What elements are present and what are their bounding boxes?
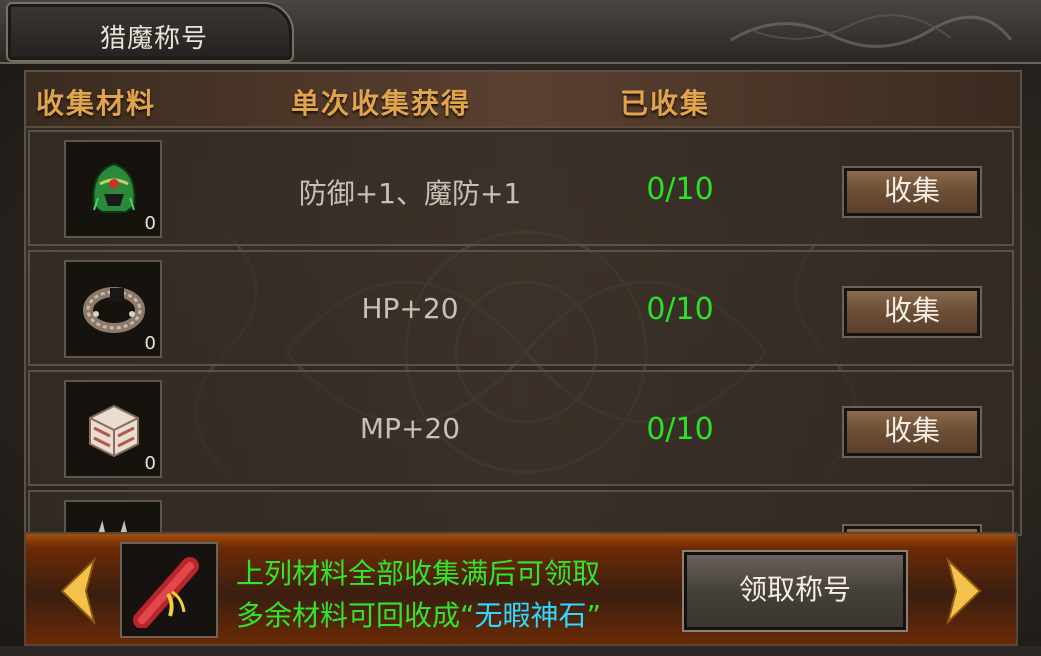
arrow-right-icon[interactable] [942,556,986,626]
material-slot[interactable]: 0 [64,260,162,358]
item-count: 0 [144,333,156,354]
arrow-left-icon[interactable] [56,556,100,626]
window-title: 猎魔称号 [100,24,209,54]
reward-slot[interactable] [120,542,218,638]
note-line-2-prefix: 多余材料可回收成“ [236,599,475,632]
bonus-text: HP+20 [361,292,459,325]
bottom-border [0,646,1041,656]
material-slot[interactable]: 0 [64,380,162,478]
footer-bar: 上列材料全部收集满后可领取 多余材料可回收成“无暇神石” 领取称号 [24,532,1018,646]
progress-text: 0/10 [646,292,714,327]
header-collected: 已收集 [620,87,711,120]
title-window: 猎魔称号 收集材料 单次收集获得 已收集 0 防御+1、魔防+1 0/10 收集… [0,0,1041,656]
window-top-bar: 猎魔称号 [0,0,1041,64]
note-line-1: 上列材料全部收集满后可领取 [236,557,601,590]
table-row [28,490,1014,534]
header-material: 收集材料 [36,87,157,120]
brick-icon [89,404,139,458]
collect-button[interactable]: 收集 [844,408,980,456]
bonus-text: 防御+1、魔防+1 [298,177,522,210]
item-count: 0 [144,213,156,234]
progress-text: 0/10 [646,412,714,447]
table-row: 0 MP+20 0/10 收集 [28,370,1014,486]
helmet-icon [92,162,136,213]
bracelet-icon [83,287,145,333]
progress-text: 0/10 [646,172,714,207]
title-tab: 猎魔称号 [6,2,294,62]
note-highlight: 无暇神石 [474,599,587,632]
note-line-2: 多余材料可回收成“无暇神石” [236,594,601,634]
table-header: 收集材料 单次收集获得 已收集 [26,72,1020,128]
material-slot[interactable] [64,500,162,534]
ornament-decoration [730,14,1013,48]
table-row: 0 HP+20 0/10 收集 [28,250,1014,366]
scroll-icon [133,557,199,628]
header-reward: 单次收集获得 [291,87,472,120]
table-row: 0 防御+1、魔防+1 0/10 收集 [28,130,1014,246]
collect-button[interactable]: 收集 [844,288,980,336]
collection-table: 收集材料 单次收集获得 已收集 0 防御+1、魔防+1 0/10 收集 0 HP… [24,70,1022,536]
bonus-text: MP+20 [359,412,461,445]
note-line-2-suffix: ” [586,599,602,632]
collect-button[interactable]: 收集 [844,168,980,216]
item-count: 0 [144,453,156,474]
material-slot[interactable]: 0 [64,140,162,238]
claim-title-button[interactable]: 领取称号 [684,552,906,630]
